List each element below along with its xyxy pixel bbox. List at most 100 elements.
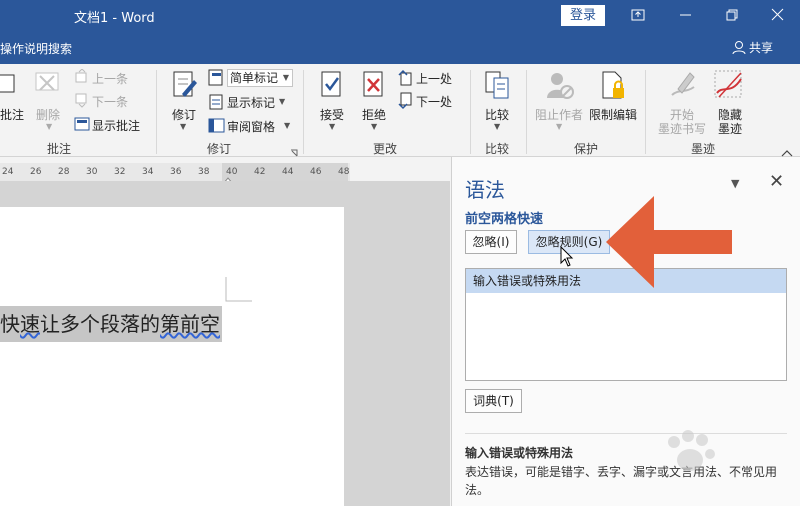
- margin-corner-mark: [225, 277, 252, 302]
- review-pane-button[interactable]: 审阅窗格: [227, 118, 275, 135]
- dictionary-button[interactable]: 词典(T): [465, 389, 522, 413]
- group-label-comments: 批注: [47, 142, 72, 156]
- explanation-heading: 输入错误或特殊用法: [465, 446, 574, 460]
- track-changes-button[interactable]: 修订: [172, 106, 196, 123]
- markup-mode-value: 简单标记: [230, 71, 279, 85]
- ruler-tick-label: 38: [198, 167, 210, 177]
- title-bar: 文档1 - Word 登录: [0, 0, 800, 32]
- accept-change-icon: [319, 70, 345, 105]
- watermark-logo-icon: [668, 430, 715, 471]
- ruler-tick-label: 28: [58, 167, 70, 177]
- share-label: 共享: [749, 41, 774, 55]
- reject-change-icon: [361, 70, 387, 105]
- start-inking-icon: [668, 69, 698, 104]
- reject-dropdown-icon[interactable]: ▼: [371, 122, 377, 131]
- show-comments-button[interactable]: 显示批注: [92, 117, 140, 134]
- compare-icon: [484, 70, 512, 105]
- accept-dropdown-icon[interactable]: ▼: [329, 122, 335, 131]
- block-authors-button[interactable]: 阻止作者: [535, 106, 583, 123]
- restore-icon[interactable]: [722, 4, 742, 26]
- block-authors-dropdown-icon[interactable]: ▼: [556, 122, 562, 131]
- show-markup-icon: [208, 93, 226, 114]
- previous-comment-icon: [74, 68, 90, 88]
- group-label-ink: 墨迹: [691, 142, 716, 156]
- pane-options-dropdown-icon[interactable]: ▼: [731, 177, 739, 190]
- annotation-arrow-icon: [606, 196, 732, 288]
- accept-change-button[interactable]: 接受: [320, 106, 344, 123]
- ruler-tick-label: 32: [114, 167, 126, 177]
- tell-me-search[interactable]: 操作说明搜索: [0, 40, 72, 57]
- hide-ink-line2[interactable]: 墨迹: [718, 120, 742, 137]
- ruler-tick-label: 26: [30, 167, 42, 177]
- show-comments-icon: [74, 116, 90, 135]
- hide-ink-icon: [713, 69, 745, 104]
- selected-paragraph-text[interactable]: 快速让多个段落的第前空: [0, 306, 222, 342]
- new-comment-button[interactable]: 批注: [0, 106, 24, 123]
- markup-mode-select[interactable]: 简单标记 ▼: [227, 69, 293, 87]
- markup-mode-icon: [208, 69, 226, 90]
- document-canvas[interactable]: [0, 181, 450, 506]
- compare-button[interactable]: 比较: [485, 106, 509, 123]
- group-separator: [526, 70, 527, 154]
- track-changes-icon: [170, 70, 198, 105]
- ruler-tick-label: 24: [2, 167, 14, 177]
- group-separator: [156, 70, 157, 154]
- block-authors-icon: [546, 70, 576, 105]
- group-label-protect: 保护: [574, 142, 599, 156]
- markup-mode-dropdown-icon: ▼: [282, 73, 289, 82]
- horizontal-ruler[interactable]: 24 26 28 30 32 34 36 38 40 42 44 46 48: [0, 163, 350, 185]
- ignore-button[interactable]: 忽略(I): [465, 230, 517, 254]
- minimize-icon[interactable]: [676, 4, 696, 26]
- close-window-icon[interactable]: [768, 4, 788, 26]
- ruler-tick-label: 30: [86, 167, 98, 177]
- delete-comment-icon: [32, 70, 64, 103]
- doc-text-squiggle: 速: [20, 312, 40, 336]
- delete-dropdown-icon[interactable]: ▼: [46, 122, 52, 131]
- reject-change-button[interactable]: 拒绝: [362, 106, 386, 123]
- group-label-compare: 比较: [485, 142, 510, 156]
- group-label-changes: 更改: [373, 142, 398, 156]
- next-comment-button[interactable]: 下一条: [92, 93, 128, 110]
- pane-close-icon[interactable]: ✕: [769, 171, 784, 192]
- pane-title: 语法: [465, 178, 505, 202]
- group-separator: [303, 70, 304, 154]
- ruler-tick-label: 46: [310, 167, 322, 177]
- ruler-tick-label: 48: [338, 167, 350, 177]
- compare-dropdown-icon[interactable]: ▼: [494, 122, 500, 131]
- track-changes-dropdown-icon[interactable]: ▼: [180, 122, 186, 131]
- previous-change-button[interactable]: 上一处: [416, 70, 452, 87]
- window-title: 文档1 - Word: [74, 11, 155, 26]
- ruler-tick-label: 34: [142, 167, 154, 177]
- group-separator: [645, 70, 646, 154]
- show-markup-button[interactable]: 显示标记: [227, 94, 275, 111]
- restrict-editing-icon: [600, 70, 628, 105]
- new-comment-icon[interactable]: [0, 74, 16, 99]
- ruler-tick-label: 44: [282, 167, 294, 177]
- doc-text-part: 让多个段落的: [40, 312, 160, 336]
- restrict-editing-button[interactable]: 限制编辑: [589, 106, 637, 123]
- ruler-tick-label: 36: [170, 167, 182, 177]
- next-change-button[interactable]: 下一处: [416, 93, 452, 110]
- document-page[interactable]: [0, 207, 344, 506]
- person-icon: [732, 41, 746, 55]
- group-label-tracking: 修订: [207, 142, 232, 156]
- group-separator: [470, 70, 471, 154]
- share-button[interactable]: 共享: [732, 39, 773, 56]
- show-markup-dropdown-icon[interactable]: ▼: [279, 97, 285, 106]
- ribbon-display-options-icon[interactable]: [628, 4, 648, 26]
- next-comment-icon: [74, 92, 90, 111]
- previous-change-icon: [398, 69, 414, 90]
- ribbon-review-tab: 批注 删除 ▼ 上一条 下一条 显示批注 批注 修订 ▼ 简单标记 ▼ 显示标记…: [0, 64, 800, 157]
- next-change-icon: [398, 92, 414, 113]
- previous-comment-button[interactable]: 上一条: [92, 70, 128, 87]
- review-pane-icon: [208, 117, 226, 138]
- start-inking-line2: 墨迹书写: [658, 122, 707, 136]
- doc-text-squiggle: 第前空: [160, 312, 220, 336]
- error-heading: 前空两格快速: [465, 212, 544, 227]
- doc-text-part: 快: [0, 312, 20, 336]
- tracking-options-launcher-icon[interactable]: [290, 146, 298, 160]
- review-pane-dropdown-icon[interactable]: ▼: [284, 121, 290, 130]
- login-button[interactable]: 登录: [561, 5, 605, 26]
- ruler-tick-label: 42: [254, 167, 266, 177]
- delete-comment-button[interactable]: 删除: [36, 106, 60, 123]
